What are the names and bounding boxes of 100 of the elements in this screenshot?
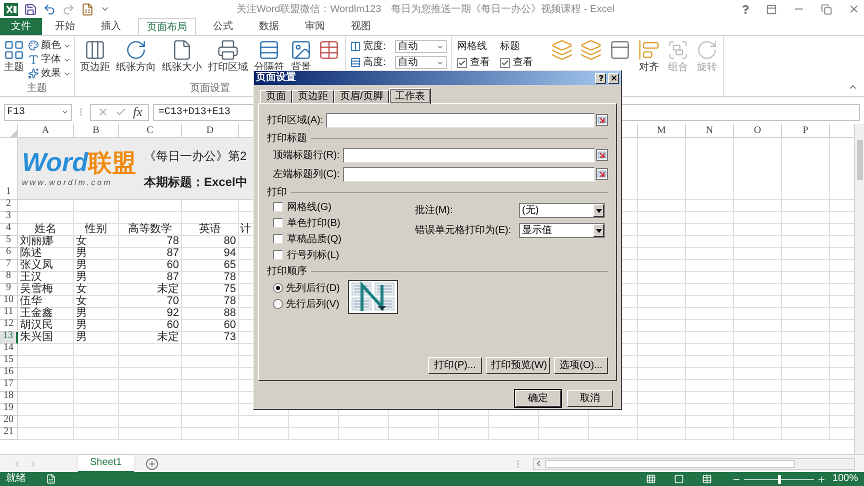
table-cell[interactable] xyxy=(734,284,782,296)
table-cell[interactable] xyxy=(182,212,239,224)
file-tab[interactable]: 文件 xyxy=(0,18,42,35)
table-cell[interactable]: 70 xyxy=(119,296,182,308)
table-cell[interactable] xyxy=(686,356,734,368)
table-cell[interactable] xyxy=(18,416,74,428)
table-cell[interactable] xyxy=(182,356,239,368)
table-cell[interactable] xyxy=(734,344,782,356)
table-cell[interactable] xyxy=(182,344,239,356)
table-cell[interactable] xyxy=(734,320,782,332)
table-cell[interactable] xyxy=(589,428,638,440)
table-cell[interactable] xyxy=(686,272,734,284)
restore-icon[interactable] xyxy=(821,4,832,14)
save-icon[interactable] xyxy=(24,2,37,16)
table-cell[interactable] xyxy=(18,428,74,440)
table-cell[interactable] xyxy=(289,428,339,440)
table-cell[interactable] xyxy=(638,332,686,344)
ribbon-button[interactable]: 效果 xyxy=(28,67,71,80)
table-cell[interactable]: 胡汉民 xyxy=(18,320,74,332)
row-header[interactable]: 11 xyxy=(0,308,18,320)
table-cell[interactable] xyxy=(686,368,734,380)
table-cell[interactable] xyxy=(734,404,782,416)
table-cell[interactable] xyxy=(782,236,830,248)
table-cell[interactable] xyxy=(119,356,182,368)
table-cell[interactable] xyxy=(638,368,686,380)
table-cell[interactable] xyxy=(782,284,830,296)
horizontal-scrollbar[interactable] xyxy=(533,458,855,470)
row-header[interactable]: 17 xyxy=(0,380,18,392)
row-header[interactable]: 6 xyxy=(0,248,18,260)
table-cell[interactable] xyxy=(734,296,782,308)
table-cell[interactable] xyxy=(686,308,734,320)
dialog-tab[interactable]: 工作表 xyxy=(388,88,431,104)
table-cell[interactable] xyxy=(339,428,389,440)
table-cell[interactable] xyxy=(782,332,830,344)
table-cell[interactable] xyxy=(119,344,182,356)
dialog-button[interactable]: 打印(P)... xyxy=(428,357,482,374)
table-cell[interactable] xyxy=(734,224,782,236)
table-cell[interactable] xyxy=(638,416,686,428)
page-layout-view-icon[interactable] xyxy=(674,474,684,484)
ribbon-display-icon[interactable] xyxy=(766,4,777,14)
close-button[interactable] xyxy=(608,72,619,84)
table-cell[interactable] xyxy=(389,416,439,428)
table-cell[interactable] xyxy=(686,260,734,272)
table-cell[interactable] xyxy=(734,332,782,344)
table-cell[interactable] xyxy=(734,356,782,368)
sheet-tab[interactable]: Sheet1 xyxy=(78,454,134,472)
row-header[interactable]: 5 xyxy=(0,236,18,248)
table-cell[interactable] xyxy=(734,248,782,260)
table-cell[interactable]: 87 xyxy=(119,272,182,284)
table-cell[interactable]: 未定 xyxy=(119,284,182,296)
normal-view-icon[interactable] xyxy=(646,474,656,484)
row-header[interactable]: 2 xyxy=(0,200,18,212)
table-cell[interactable] xyxy=(119,428,182,440)
radio-button[interactable] xyxy=(273,283,283,293)
row-header[interactable]: 7 xyxy=(0,260,18,272)
zoom-in-icon[interactable] xyxy=(817,474,826,484)
table-cell[interactable]: 60 xyxy=(119,260,182,272)
table-cell[interactable]: 女 xyxy=(74,296,119,308)
table-cell[interactable] xyxy=(638,260,686,272)
table-cell[interactable] xyxy=(638,380,686,392)
table-cell[interactable] xyxy=(182,368,239,380)
table-cell[interactable]: 60 xyxy=(119,320,182,332)
table-cell[interactable] xyxy=(638,428,686,440)
table-cell[interactable] xyxy=(182,392,239,404)
table-cell[interactable]: 性别 xyxy=(74,224,119,236)
table-cell[interactable] xyxy=(74,344,119,356)
table-cell[interactable]: 刘丽娜 xyxy=(18,236,74,248)
ribbon-tab[interactable]: 插入 xyxy=(92,18,130,35)
table-cell[interactable]: 78 xyxy=(182,272,239,284)
input-field[interactable] xyxy=(326,112,595,128)
table-cell[interactable] xyxy=(782,308,830,320)
table-cell[interactable] xyxy=(782,416,830,428)
table-cell[interactable]: 78 xyxy=(119,236,182,248)
table-cell[interactable] xyxy=(18,404,74,416)
page-break-view-icon[interactable] xyxy=(702,474,712,484)
table-cell[interactable] xyxy=(119,200,182,212)
table-cell[interactable] xyxy=(119,416,182,428)
ribbon-button[interactable]: 页边距 xyxy=(77,36,113,83)
table-cell[interactable] xyxy=(782,224,830,236)
help-icon[interactable] xyxy=(741,4,750,14)
table-cell[interactable]: 94 xyxy=(182,248,239,260)
table-cell[interactable] xyxy=(638,272,686,284)
table-cell[interactable] xyxy=(686,380,734,392)
table-cell[interactable] xyxy=(638,200,686,212)
row-header[interactable]: 13 xyxy=(0,332,18,344)
table-cell[interactable] xyxy=(686,332,734,344)
table-cell[interactable]: 80 xyxy=(182,236,239,248)
table-cell[interactable] xyxy=(389,428,439,440)
table-cell[interactable] xyxy=(734,200,782,212)
ribbon-button[interactable]: 纸张大小 xyxy=(159,36,205,83)
row-header[interactable]: 9 xyxy=(0,284,18,296)
table-cell[interactable] xyxy=(686,212,734,224)
table-cell[interactable] xyxy=(782,404,830,416)
table-cell[interactable]: 男 xyxy=(74,260,119,272)
column-header[interactable]: M xyxy=(638,124,686,138)
table-cell[interactable] xyxy=(782,296,830,308)
table-cell[interactable] xyxy=(734,392,782,404)
dialog-tab[interactable]: 页面 xyxy=(260,90,292,103)
table-cell[interactable] xyxy=(74,212,119,224)
ribbon-tab[interactable]: 公式 xyxy=(204,18,242,35)
